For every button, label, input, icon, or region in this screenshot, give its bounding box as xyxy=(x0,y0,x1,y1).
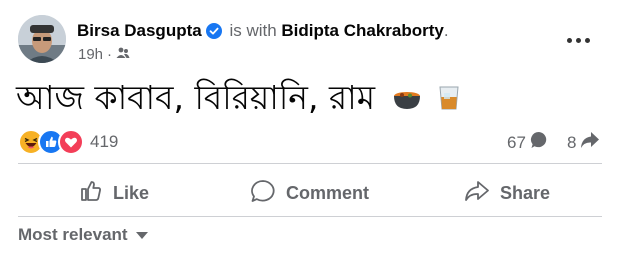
author-name[interactable]: Birsa Dasgupta xyxy=(77,21,202,40)
more-options-button[interactable] xyxy=(567,32,591,48)
meta-separator: · xyxy=(107,46,113,63)
post-message-text: আজ কাবাব, বিরিয়ানি, রাম xyxy=(16,78,376,117)
curry-pot-icon xyxy=(392,80,422,120)
more-dot xyxy=(576,37,581,43)
comment-label: Comment xyxy=(286,182,370,203)
reactions-summary[interactable]: 419 xyxy=(18,129,118,155)
comment-button[interactable]: Comment xyxy=(250,178,369,208)
post-time[interactable]: 19h xyxy=(78,45,103,65)
tagged-suffix: . xyxy=(443,21,449,40)
comments-filter-label: Most relevant xyxy=(18,225,128,244)
friends-audience-icon[interactable] xyxy=(116,45,130,65)
whisky-glass-icon xyxy=(438,80,460,120)
love-icon xyxy=(58,129,84,155)
comment-bubble-icon xyxy=(530,131,548,154)
more-dot xyxy=(585,37,590,43)
share-arrow-icon xyxy=(580,131,600,154)
comments-filter-dropdown[interactable]: Most relevant xyxy=(18,225,148,245)
post-message: আজ কাবাব, বিরিয়ানি, রাম xyxy=(16,78,460,120)
share-label: Share xyxy=(500,182,551,203)
post-header: Birsa Dasgupta is with Bidipta Chakrabor… xyxy=(77,19,449,46)
like-button[interactable]: Like xyxy=(79,178,149,208)
comments-count-link[interactable]: 67 xyxy=(507,131,548,154)
stats-divider xyxy=(18,163,602,164)
more-dot xyxy=(567,37,572,43)
with-text: is with xyxy=(229,21,277,40)
like-label: Like xyxy=(113,182,150,203)
author-avatar[interactable] xyxy=(18,15,66,63)
comments-count: 67 xyxy=(507,132,526,152)
caret-down-icon xyxy=(135,225,148,245)
post-meta: 19h · xyxy=(78,45,130,65)
share-outline-icon xyxy=(464,179,490,208)
shares-count-link[interactable]: 8 xyxy=(567,131,600,154)
shares-count: 8 xyxy=(567,132,577,152)
verified-badge-icon xyxy=(205,22,222,46)
reactions-count: 419 xyxy=(90,132,119,151)
share-button[interactable]: Share xyxy=(464,178,550,208)
comment-outline-icon xyxy=(250,179,276,208)
like-outline-icon xyxy=(79,179,103,208)
avatar-photo xyxy=(18,15,66,63)
actions-divider xyxy=(18,216,602,217)
tagged-user[interactable]: Bidipta Chakraborty xyxy=(281,21,443,40)
